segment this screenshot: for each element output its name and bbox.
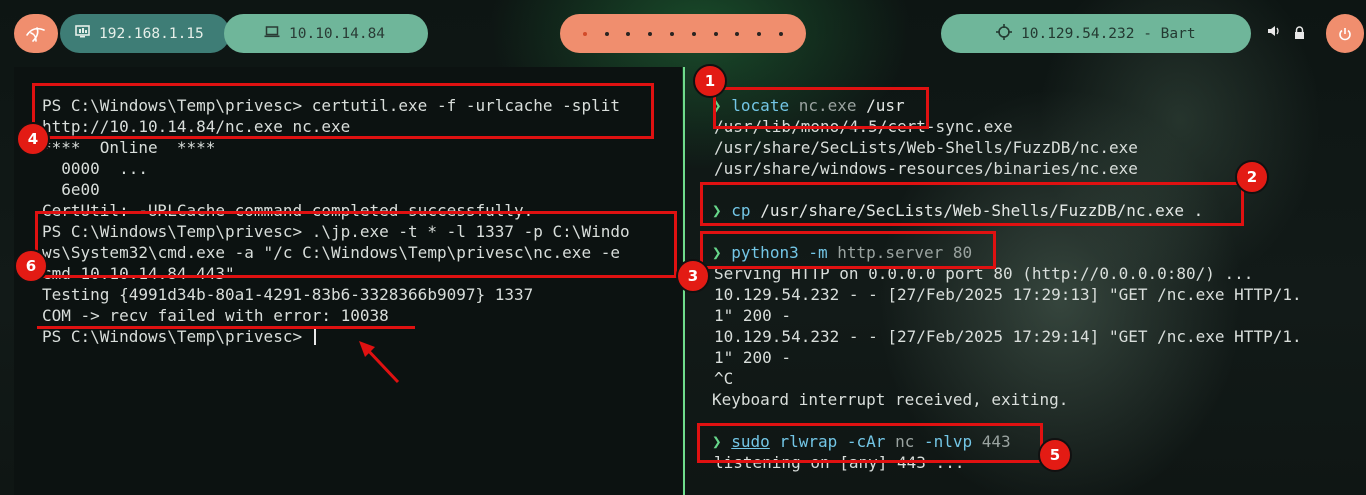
terminal-line: Keyboard interrupt received, exiting.: [712, 390, 1069, 409]
target-text: 10.129.54.232 - Bart: [1021, 25, 1196, 42]
terminal-line: 1" 200 -: [714, 348, 792, 367]
power-button[interactable]: [1326, 14, 1364, 53]
annotation-badge: 5: [1038, 438, 1072, 472]
annotation-box-4: [32, 83, 654, 139]
error-line: COM -> recv failed with error: 10038: [42, 306, 389, 325]
terminal-line: 1" 200 -: [714, 306, 792, 325]
workspace-dot[interactable]: [757, 31, 762, 36]
workspace-dot[interactable]: [779, 31, 784, 36]
vpn-ip-indicator: 10.10.14.84: [224, 14, 428, 53]
terminal-line: 10.129.54.232 - - [27/Feb/2025 17:29:14]…: [714, 327, 1302, 346]
terminal-line: 6e00: [42, 180, 100, 199]
annotation-underline: [37, 326, 415, 329]
terminal-line: ^C: [714, 369, 734, 388]
workspace-dot[interactable]: [670, 31, 675, 36]
annotation-box-2: [700, 182, 1244, 226]
annotation-box-5: [697, 423, 1043, 463]
workspace-dot[interactable]: [691, 31, 696, 36]
terminal-line: 10.129.54.232 - - [27/Feb/2025 17:29:13]…: [714, 285, 1302, 304]
workspace-switcher[interactable]: [560, 14, 806, 53]
workspace-dot[interactable]: [626, 31, 631, 36]
terminal-line: /usr/share/windows-resources/binaries/nc…: [714, 159, 1138, 178]
monitor-icon: [75, 25, 90, 42]
kali-dragon-icon: [26, 26, 45, 42]
vpn-ip-text: 10.10.14.84: [289, 25, 386, 42]
annotation-arrow-icon: [359, 341, 400, 384]
terminal-prompt-line[interactable]: PS C:\Windows\Temp\privesc>: [42, 326, 316, 347]
target-indicator: 10.129.54.232 - Bart: [941, 14, 1251, 53]
lock-icon[interactable]: [1294, 24, 1305, 43]
annotation-box-6: [35, 211, 677, 278]
annotation-badge: 6: [14, 249, 48, 283]
workspace-dot[interactable]: [735, 31, 740, 36]
terminal-line: /usr/share/SecLists/Web-Shells/FuzzDB/nc…: [714, 138, 1138, 157]
annotation-badge: 4: [16, 122, 50, 156]
workspace-dot[interactable]: [648, 31, 653, 36]
power-icon: [1339, 27, 1351, 40]
local-ip-indicator: 192.168.1.15: [60, 14, 230, 53]
workspace-dot[interactable]: [604, 31, 609, 36]
laptop-icon: [264, 25, 280, 42]
annotation-box-3: [700, 231, 996, 269]
terminal-line: 0000 ...: [42, 159, 148, 178]
volume-icon[interactable]: [1267, 25, 1280, 41]
workspace-dot[interactable]: [713, 31, 718, 36]
annotation-box-1: [713, 87, 929, 129]
annotation-badge: 2: [1235, 160, 1269, 194]
annotation-badge: 3: [676, 259, 710, 293]
kali-menu-button[interactable]: [14, 14, 58, 53]
prompt-text: PS C:\Windows\Temp\privesc>: [42, 327, 312, 346]
terminal-line: **** Online ****: [42, 138, 216, 157]
crosshair-icon: [996, 23, 1012, 44]
text-cursor: [313, 328, 316, 345]
terminal-line: Testing {4991d34b-80a1-4291-83b6-3328366…: [42, 285, 534, 304]
workspace-dot-active[interactable]: [582, 31, 587, 36]
local-ip-text: 192.168.1.15: [99, 25, 204, 42]
annotation-badge: 1: [693, 64, 727, 98]
